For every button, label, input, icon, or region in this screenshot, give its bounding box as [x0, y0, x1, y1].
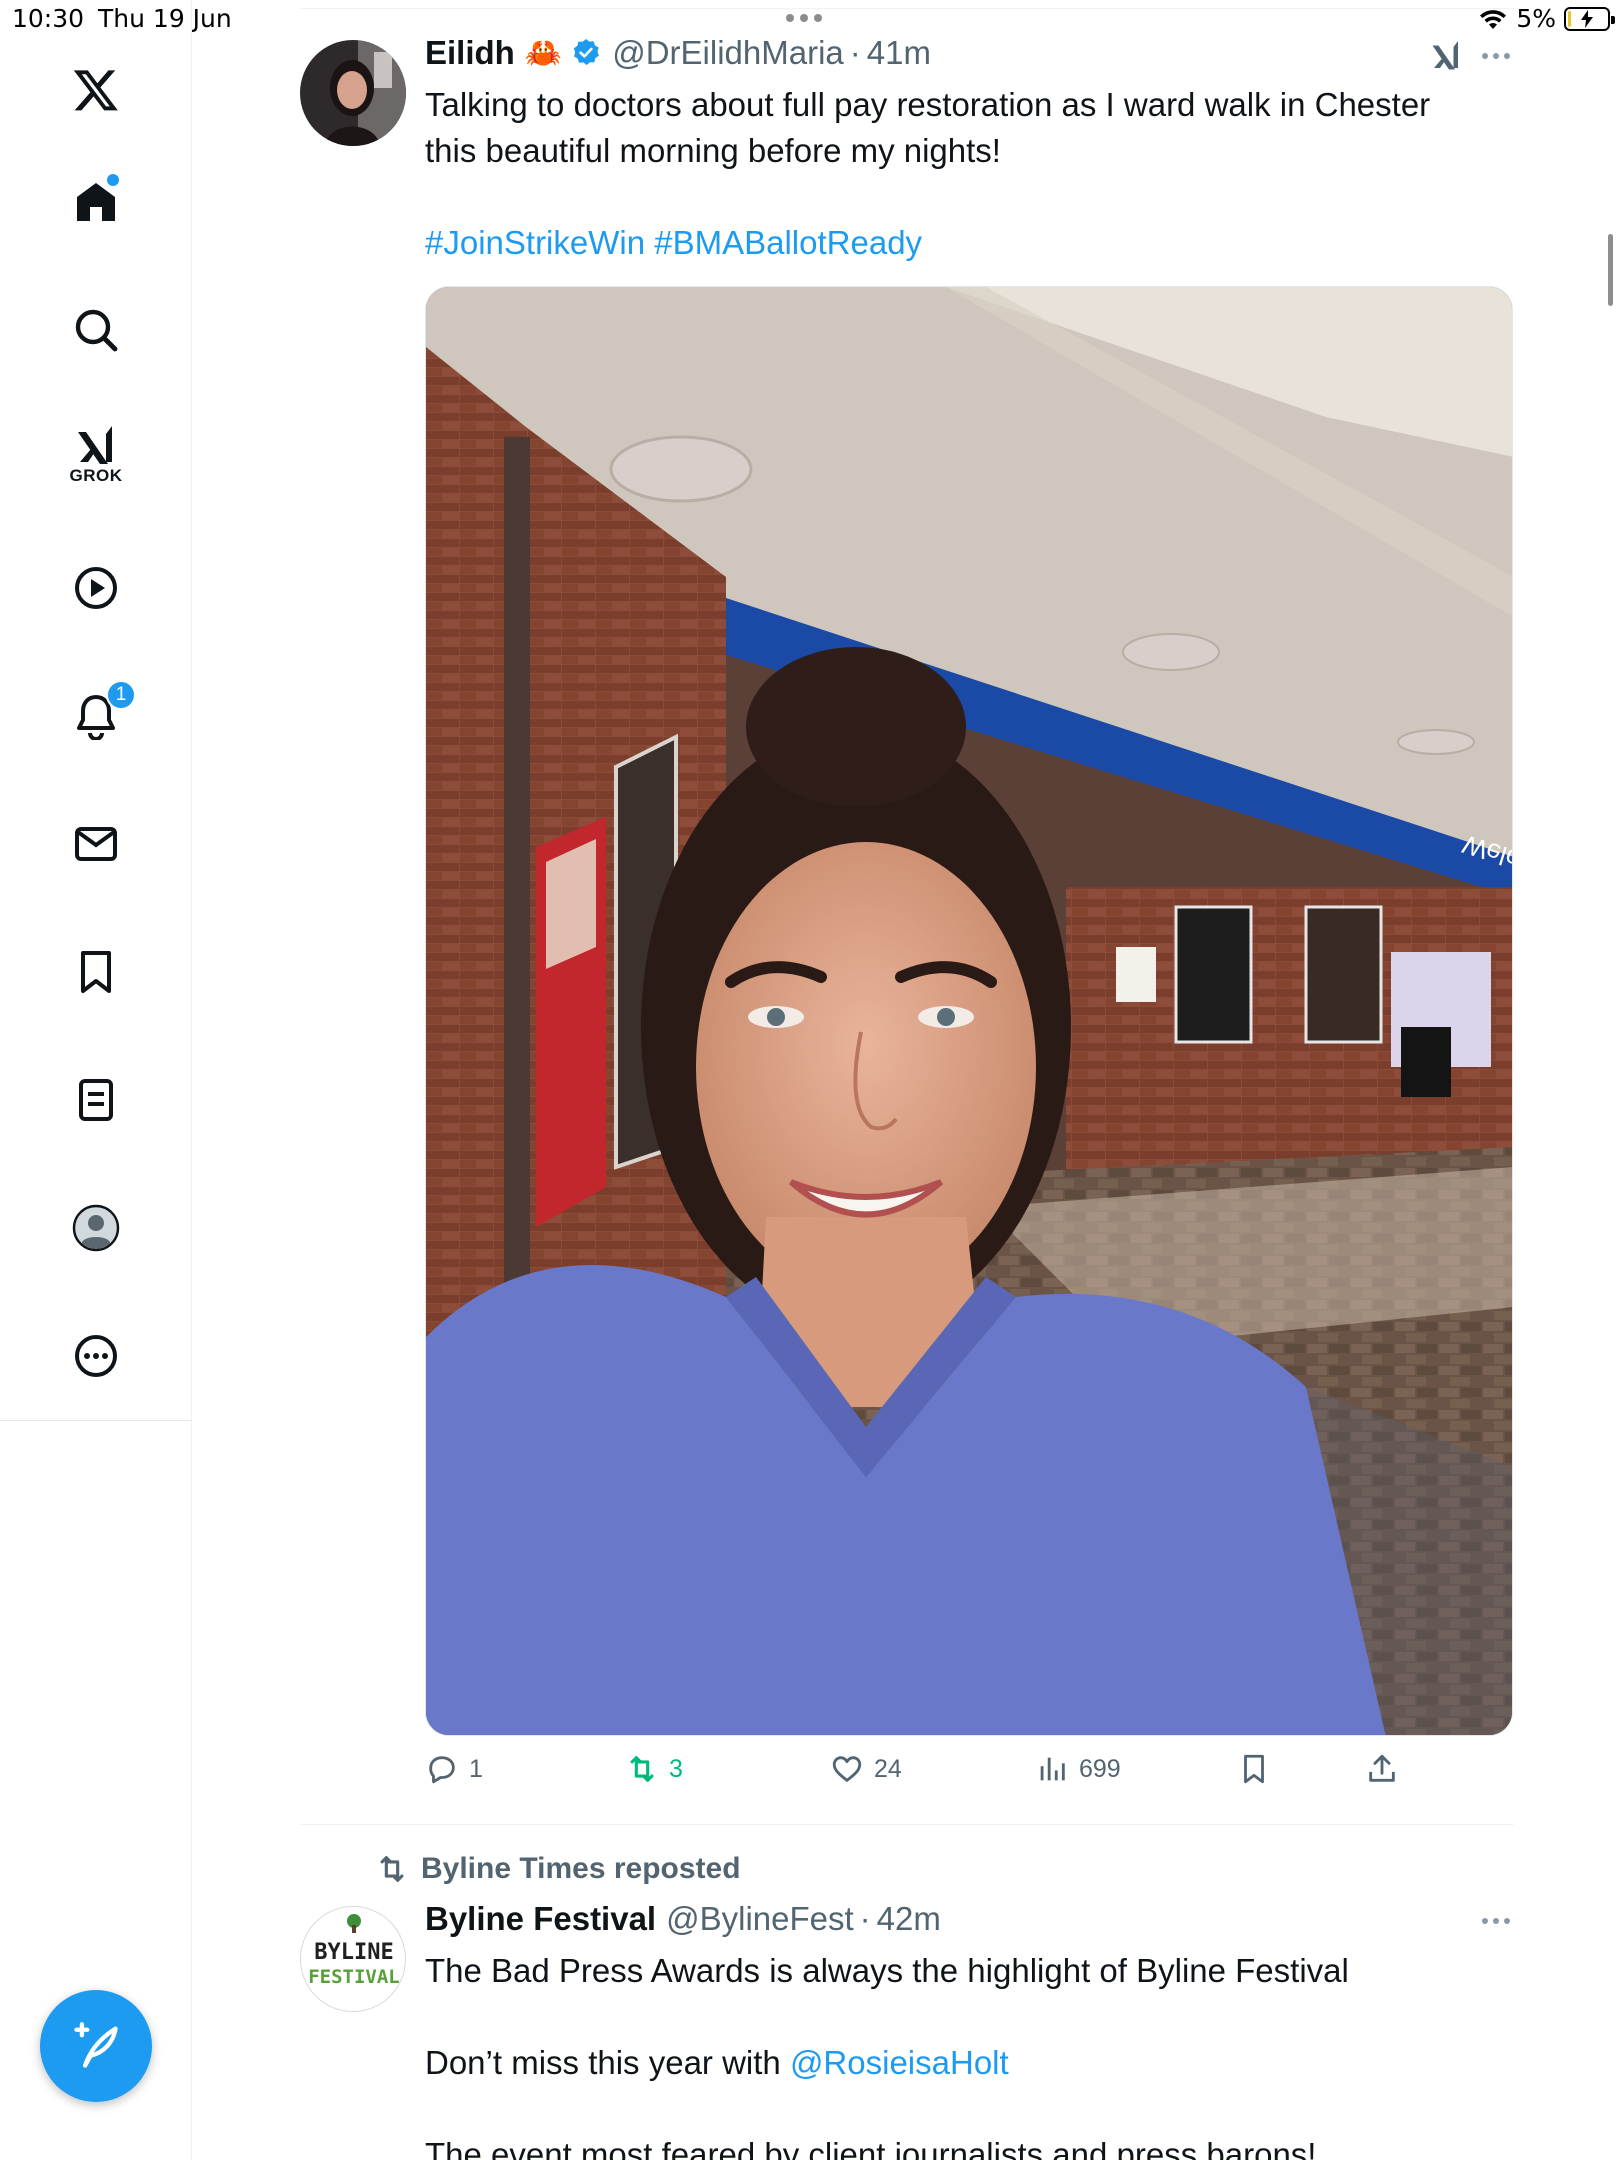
reply-button[interactable]: 1 — [425, 1752, 483, 1786]
avatar-text-top: BYLINE — [314, 1940, 393, 1965]
repost-count: 3 — [669, 1754, 683, 1783]
battery-icon — [1564, 6, 1615, 31]
nav-explore[interactable] — [46, 280, 146, 380]
grok-icon — [78, 426, 112, 464]
nav-messages[interactable] — [46, 794, 146, 894]
grok-icon[interactable] — [1428, 38, 1464, 74]
nav-home[interactable] — [46, 152, 146, 252]
list-icon — [79, 1079, 113, 1121]
reply-icon — [429, 1756, 455, 1784]
bookmark-icon — [81, 951, 111, 993]
profile-avatar-icon — [72, 1204, 120, 1252]
heart-icon — [832, 1756, 862, 1782]
verified-badge-icon — [573, 39, 600, 65]
nav-notifications[interactable]: 1 — [46, 666, 146, 766]
notifications-badge: 1 — [106, 680, 136, 710]
nav-profile[interactable] — [46, 1178, 146, 1278]
hashtags[interactable]: #JoinStrikeWin #BMABallotReady — [425, 220, 922, 266]
timeline: Eilidh 🦀 @DrEilidhMaria · 41m Talking to… — [300, 0, 1514, 2160]
more-options-icon[interactable] — [1482, 1918, 1510, 1924]
tweet-text-line2: Don’t miss this year with @RosieisaHolt — [425, 2044, 1009, 2081]
handle[interactable]: @DrEilidhMaria — [612, 34, 844, 72]
nav-bookmarks[interactable] — [46, 922, 146, 1022]
timestamp[interactable]: 42m — [877, 1900, 941, 1938]
repost-label: Byline Times reposted — [421, 1852, 741, 1885]
repost-icon — [630, 1756, 654, 1782]
search-icon — [75, 309, 118, 352]
crab-emoji: 🦀 — [524, 36, 563, 70]
compose-feather-icon — [74, 2022, 118, 2068]
handle[interactable]: @BylineFest — [666, 1900, 854, 1938]
tweet-text-line1: Talking to doctors about full pay restor… — [425, 86, 1431, 123]
avatar[interactable] — [300, 40, 406, 146]
battery-percent: 5% — [1516, 4, 1556, 33]
mention-link[interactable]: @RosieisaHolt — [790, 2044, 1009, 2081]
grok-label: GROK — [69, 466, 123, 485]
compose-button[interactable] — [40, 1990, 152, 2102]
nav-videos[interactable] — [46, 538, 146, 638]
x-logo-button[interactable] — [46, 40, 146, 140]
scrollbar-thumb[interactable] — [1608, 234, 1613, 306]
mail-icon — [75, 827, 117, 861]
views-button[interactable]: 699 — [1035, 1752, 1121, 1786]
display-name[interactable]: Byline Festival — [425, 1900, 656, 1938]
like-button[interactable]: 24 — [830, 1752, 902, 1786]
bookmark-icon — [1244, 1754, 1264, 1784]
nav-grok[interactable]: GROK — [46, 404, 146, 504]
analytics-icon — [1040, 1757, 1065, 1781]
tweet-divider — [300, 1824, 1514, 1825]
share-button[interactable] — [1365, 1752, 1399, 1786]
timestamp[interactable]: 41m — [867, 34, 931, 72]
more-circle-icon — [75, 1335, 117, 1377]
nav-more[interactable] — [46, 1306, 146, 1406]
share-icon — [1369, 1754, 1395, 1782]
repost-icon — [380, 1856, 404, 1882]
tweet-text-line2: this beautiful morning before my nights! — [425, 132, 1001, 169]
tweet-actions: 1 3 24 699 — [425, 1752, 1513, 1802]
display-name[interactable]: Eilidh — [425, 34, 515, 72]
social-context[interactable]: Byline Times reposted — [375, 1852, 741, 1886]
tweet-photo[interactable]: Welcome to the Countess of Chester Hospi… — [425, 286, 1513, 1736]
sidebar: GROK 1 — [0, 0, 192, 2160]
view-count: 699 — [1079, 1754, 1121, 1783]
reply-count: 1 — [469, 1754, 483, 1783]
x-logo-icon — [73, 70, 118, 111]
sidebar-divider — [0, 1420, 192, 1421]
like-count: 24 — [874, 1754, 902, 1783]
more-options-icon[interactable] — [1482, 53, 1510, 59]
tweet-text-line3: The event most feared by client journali… — [425, 2136, 1317, 2160]
play-icon — [75, 567, 117, 609]
repost-button[interactable]: 3 — [625, 1752, 683, 1786]
avatar-text-bottom: FESTIVAL — [308, 1966, 400, 1988]
avatar[interactable]: BYLINE FESTIVAL — [300, 1906, 406, 2012]
tweet-text-line1: The Bad Press Awards is always the highl… — [425, 1952, 1349, 1989]
nav-lists[interactable] — [46, 1050, 146, 1150]
bookmark-button[interactable] — [1237, 1752, 1271, 1786]
